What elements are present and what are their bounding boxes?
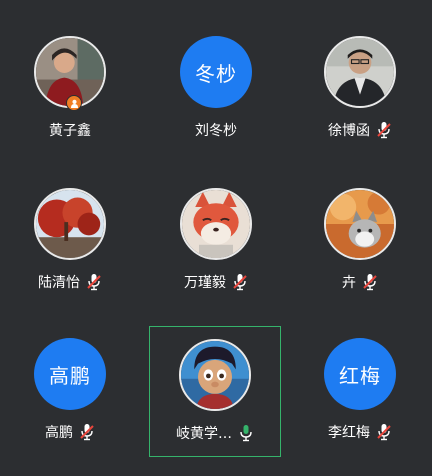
participant-tile[interactable]: 冬杪 刘冬杪 — [154, 28, 278, 156]
autumn-tree-photo-icon — [36, 190, 104, 258]
mic-muted-icon[interactable] — [232, 273, 248, 291]
avatar-text: 高鹏 — [49, 363, 91, 388]
avatar-text: 红梅 — [339, 363, 381, 388]
avatar: 冬杪 — [180, 36, 252, 108]
participant-name: 黄子鑫 — [49, 123, 91, 139]
avatar — [324, 36, 396, 108]
participant-tile[interactable]: 高鹏 高鹏 — [8, 330, 132, 458]
person-photo-icon — [326, 38, 394, 106]
mic-muted-icon[interactable] — [362, 273, 378, 291]
participant-name: 高鹏 — [45, 425, 73, 441]
avatar: 红梅 — [324, 338, 396, 410]
avatar: 高鹏 — [34, 338, 106, 410]
mic-muted-icon[interactable] — [79, 423, 95, 441]
cartoon-fox-icon — [182, 190, 250, 258]
participant-tile-active-speaker[interactable]: 岐黄学… — [149, 326, 281, 457]
mic-speaking-icon[interactable] — [238, 424, 254, 442]
cartoon-boy-icon — [181, 341, 249, 409]
mic-muted-icon[interactable] — [376, 423, 392, 441]
participant-tile[interactable]: 陆清怡 — [8, 180, 132, 308]
participant-name: 卉 — [342, 275, 356, 291]
mic-muted-icon[interactable] — [376, 121, 392, 139]
avatar — [34, 188, 106, 260]
avatar — [179, 339, 251, 411]
host-badge — [66, 95, 82, 111]
participant-name: 岐黄学… — [176, 426, 232, 442]
participant-name: 徐博函 — [328, 123, 370, 139]
participant-tile[interactable]: 卉 — [298, 180, 422, 308]
participant-tile[interactable]: 万瑾毅 — [154, 180, 278, 308]
participant-name: 陆清怡 — [38, 275, 80, 291]
mic-muted-icon[interactable] — [86, 273, 102, 291]
cat-photo-icon — [326, 190, 394, 258]
participant-name: 刘冬杪 — [195, 123, 237, 139]
participant-tile[interactable]: 徐博函 — [298, 28, 422, 156]
avatar — [324, 188, 396, 260]
participant-name: 李红梅 — [328, 425, 370, 441]
participant-tile[interactable]: 红梅 李红梅 — [298, 330, 422, 458]
avatar — [180, 188, 252, 260]
avatar-text: 冬杪 — [195, 61, 237, 86]
participant-tile[interactable]: 黄子鑫 — [8, 28, 132, 156]
participant-name: 万瑾毅 — [184, 275, 226, 291]
host-icon — [70, 99, 78, 108]
